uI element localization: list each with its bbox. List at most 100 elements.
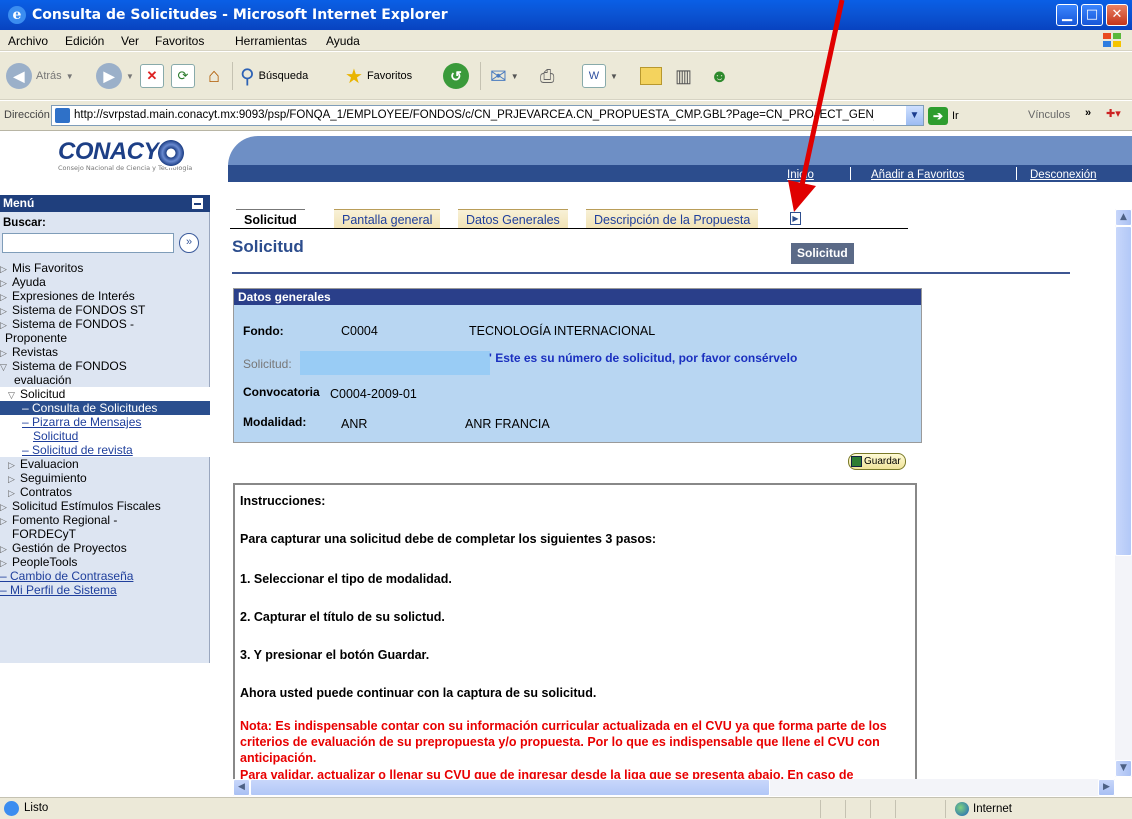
- chevron-down-icon: ▼: [65, 71, 74, 81]
- research-button[interactable]: ▥: [675, 60, 692, 92]
- menu-item-fondos-evaluacion[interactable]: ▽ Sistema de FONDOS: [0, 359, 210, 374]
- menu-item-contratos[interactable]: ▷ Contratos: [0, 485, 210, 500]
- header-nav-row: [228, 165, 1132, 182]
- home-button[interactable]: ⌂: [202, 60, 226, 92]
- window-title: Consulta de Solicitudes - Microsoft Inte…: [32, 7, 448, 23]
- title-divider: [232, 272, 1070, 274]
- address-label: Dirección: [4, 109, 50, 121]
- menu-ayuda[interactable]: Ayuda: [326, 34, 360, 48]
- tab-descripcion-propuesta[interactable]: Descripción de la Propuesta: [586, 209, 759, 229]
- scroll-left-button[interactable]: ◀: [233, 779, 250, 796]
- maximize-button[interactable]: □: [1081, 4, 1103, 26]
- address-dropdown-button[interactable]: ▼: [906, 106, 923, 125]
- scroll-down-button[interactable]: ▼: [1115, 760, 1132, 777]
- menu-item-mis-favoritos[interactable]: ▷ Mis Favoritos: [0, 261, 210, 276]
- tab-datos-generales[interactable]: Datos Generales: [458, 209, 568, 229]
- go-arrow-icon: ➔: [928, 107, 948, 125]
- guardar-button[interactable]: Guardar: [848, 453, 906, 470]
- header-band: [228, 136, 1132, 166]
- mail-button[interactable]: ✉ ▼: [490, 60, 519, 92]
- forward-button[interactable]: ▶ ▼: [96, 60, 134, 92]
- mail-icon: ✉: [490, 65, 507, 88]
- menu-item-consulta-solicitudes[interactable]: – Consulta de Solicitudes: [0, 401, 210, 415]
- chevron-down-icon: ▼: [126, 71, 134, 81]
- menu-item-seguimiento[interactable]: ▷ Seguimiento: [0, 471, 210, 486]
- discuss-button[interactable]: [640, 60, 662, 92]
- search-button[interactable]: ⚲ Búsqueda: [240, 60, 308, 92]
- horizontal-scrollbar[interactable]: ◀ ▶: [233, 779, 1115, 796]
- panel-header: Datos generales: [234, 289, 921, 305]
- menu-item-solicitud[interactable]: ▽ Solicitud: [0, 387, 210, 401]
- datos-generales-panel: Datos generales Fondo: C0004 TECNOLOGÍA …: [233, 288, 922, 443]
- refresh-button[interactable]: ⟳: [171, 60, 195, 92]
- menu-favoritos[interactable]: Favoritos: [155, 34, 204, 48]
- history-button[interactable]: ↺: [443, 60, 469, 92]
- menu-item-gestion-proyectos[interactable]: ▷ Gestión de Proyectos: [0, 541, 210, 556]
- separator: [945, 800, 946, 818]
- menu-header: Menú: [0, 195, 210, 212]
- close-button[interactable]: ✕: [1106, 4, 1128, 26]
- folder-icon: [640, 67, 662, 85]
- menu-item-revistas[interactable]: ▷ Revistas: [0, 345, 210, 360]
- menu-herramientas[interactable]: Herramientas: [235, 34, 307, 48]
- menu-item-fondos-evaluacion-line2[interactable]: evaluación: [0, 373, 210, 387]
- address-bar: Dirección http://svrpstad.main.conacyt.m…: [0, 101, 1132, 131]
- horizontal-scroll-thumb[interactable]: [250, 779, 770, 796]
- minimize-button[interactable]: ▁: [1056, 4, 1078, 26]
- menu-item-fondos-st[interactable]: ▷ Sistema de FONDOS ST: [0, 303, 210, 318]
- instructions-continue: Ahora usted puede continuar con la captu…: [240, 686, 597, 700]
- address-url[interactable]: http://svrpstad.main.conacyt.mx:9093/psp…: [74, 109, 874, 121]
- triangle-right-icon: ▷: [0, 544, 7, 554]
- back-button[interactable]: ◀ Atrás ▼: [6, 60, 74, 92]
- menu-search-input[interactable]: [2, 233, 174, 253]
- menu-item-peopletools[interactable]: ▷ PeopleTools: [0, 555, 210, 570]
- menu-item-fomento-regional[interactable]: ▷ Fomento Regional -: [0, 513, 210, 528]
- fondo-code: C0004: [341, 324, 378, 338]
- print-button[interactable]: ⎙: [540, 60, 554, 92]
- triangle-down-icon: ▽: [0, 362, 7, 372]
- menu-title: Menú: [3, 196, 35, 210]
- page-status-icon: [4, 801, 19, 816]
- menu-item-solicitud-revista[interactable]: – Solicitud de revista: [0, 443, 210, 457]
- links-label[interactable]: Vínculos: [1028, 109, 1070, 121]
- minimize-menu-icon[interactable]: [192, 198, 203, 209]
- instructions-box: Instrucciones: Para capturar una solicit…: [233, 483, 917, 793]
- menu-archivo[interactable]: Archivo: [8, 34, 48, 48]
- menu-item-pizarra-mensajes-line2[interactable]: Solicitud: [0, 429, 210, 443]
- menu-item-mi-perfil[interactable]: – Mi Perfil de Sistema: [0, 583, 210, 597]
- go-button[interactable]: ➔ Ir: [928, 106, 959, 126]
- menu-item-expresiones[interactable]: ▷ Expresiones de Interés: [0, 289, 210, 304]
- link-anadir-favoritos[interactable]: Añadir a Favoritos: [871, 169, 964, 181]
- menu-item-fordecyt[interactable]: FORDECyT: [0, 527, 210, 541]
- messenger-button[interactable]: ☻: [710, 60, 729, 92]
- menu-item-pizarra-mensajes[interactable]: – Pizarra de Mensajes: [0, 415, 210, 429]
- link-desconexion[interactable]: Desconexión: [1030, 169, 1096, 181]
- vertical-scroll-thumb[interactable]: [1115, 226, 1132, 556]
- convocatoria-label: Convocatoria: [243, 385, 320, 399]
- menu-item-fondos-proponente-line2[interactable]: Proponente: [0, 331, 210, 345]
- search-label: Buscar:: [3, 217, 46, 229]
- vertical-scrollbar[interactable]: ▲ ▼: [1115, 209, 1132, 777]
- stop-icon: ✕: [140, 64, 164, 88]
- modalidad-name: ANR FRANCIA: [465, 417, 550, 431]
- conacyt-logo: CONACYT Consejo Nacional de Ciencia y Te…: [58, 138, 192, 172]
- menu-search-go-icon[interactable]: »: [179, 233, 199, 253]
- tab-solicitud[interactable]: Solicitud: [236, 209, 305, 229]
- stop-button[interactable]: ✕: [140, 60, 164, 92]
- window-title-bar[interactable]: e Consulta de Solicitudes - Microsoft In…: [0, 0, 1132, 30]
- favorites-button[interactable]: ★ Favoritos: [345, 60, 412, 92]
- menu-edicion[interactable]: Edición: [65, 34, 104, 48]
- menu-item-fondos-proponente[interactable]: ▷ Sistema de FONDOS -: [0, 317, 210, 332]
- menu-item-estimulos-fiscales[interactable]: ▷ Solicitud Estímulos Fiscales: [0, 499, 210, 514]
- menu-item-cambio-contrasena[interactable]: – Cambio de Contraseña: [0, 569, 210, 583]
- chevron-down-icon: ▼: [510, 71, 519, 81]
- links-expand-icon[interactable]: »: [1085, 107, 1091, 119]
- menu-item-evaluacion[interactable]: ▷ Evaluacion: [0, 457, 210, 472]
- addon-icon[interactable]: ✚▾: [1106, 107, 1121, 120]
- scroll-right-button[interactable]: ▶: [1098, 779, 1115, 796]
- edit-button[interactable]: W ▼: [582, 60, 618, 92]
- menu-item-ayuda[interactable]: ▷ Ayuda: [0, 275, 210, 290]
- scroll-up-button[interactable]: ▲: [1115, 209, 1132, 226]
- tab-pantalla-general[interactable]: Pantalla general: [334, 209, 441, 229]
- menu-ver[interactable]: Ver: [121, 34, 139, 48]
